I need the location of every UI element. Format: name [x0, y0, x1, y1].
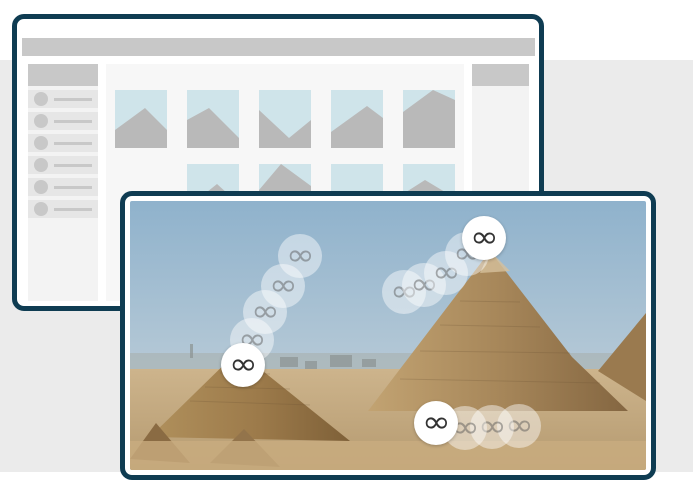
infinity-icon: ∞: [228, 347, 258, 382]
image-thumbnail[interactable]: [259, 90, 311, 148]
avatar: [34, 136, 48, 150]
sidebar-header: [28, 64, 98, 86]
sidebar-item-label: [54, 142, 92, 145]
title-bar: [22, 38, 535, 56]
sidebar-item-label: [54, 164, 92, 167]
image-thumbnail[interactable]: [115, 90, 167, 148]
pyramids-photo: [130, 201, 646, 470]
avatar: [34, 92, 48, 106]
sidebar-item[interactable]: [28, 200, 98, 218]
sidebar-item[interactable]: [28, 112, 98, 130]
sidebar-item[interactable]: [28, 90, 98, 108]
infinity-marker[interactable]: ∞: [221, 343, 265, 387]
sidebar-item-label: [54, 186, 92, 189]
image-thumbnail[interactable]: [403, 90, 455, 148]
avatar: [34, 180, 48, 194]
infinity-marker[interactable]: ∞: [414, 401, 458, 445]
avatar: [34, 158, 48, 172]
right-sidebar-header: [472, 64, 529, 86]
infinity-icon: ∞: [421, 405, 451, 440]
left-sidebar: [28, 64, 98, 301]
image-thumbnail[interactable]: [331, 90, 383, 148]
infinity-marker[interactable]: ∞: [462, 216, 506, 260]
sidebar-item[interactable]: [28, 178, 98, 196]
sidebar-item-label: [54, 98, 92, 101]
sidebar-item[interactable]: [28, 156, 98, 174]
image-thumbnail[interactable]: [187, 90, 239, 148]
photo-window: ∞ ∞ ∞ ∞ ∞ ∞ ∞ ∞ ∞ ∞ ∞ ∞ ∞ ∞: [120, 191, 656, 480]
infinity-icon: ∞: [469, 220, 499, 255]
sidebar-item-label: [54, 120, 92, 123]
sidebar-item-label: [54, 208, 92, 211]
avatar: [34, 114, 48, 128]
sidebar-item[interactable]: [28, 134, 98, 152]
avatar: [34, 202, 48, 216]
